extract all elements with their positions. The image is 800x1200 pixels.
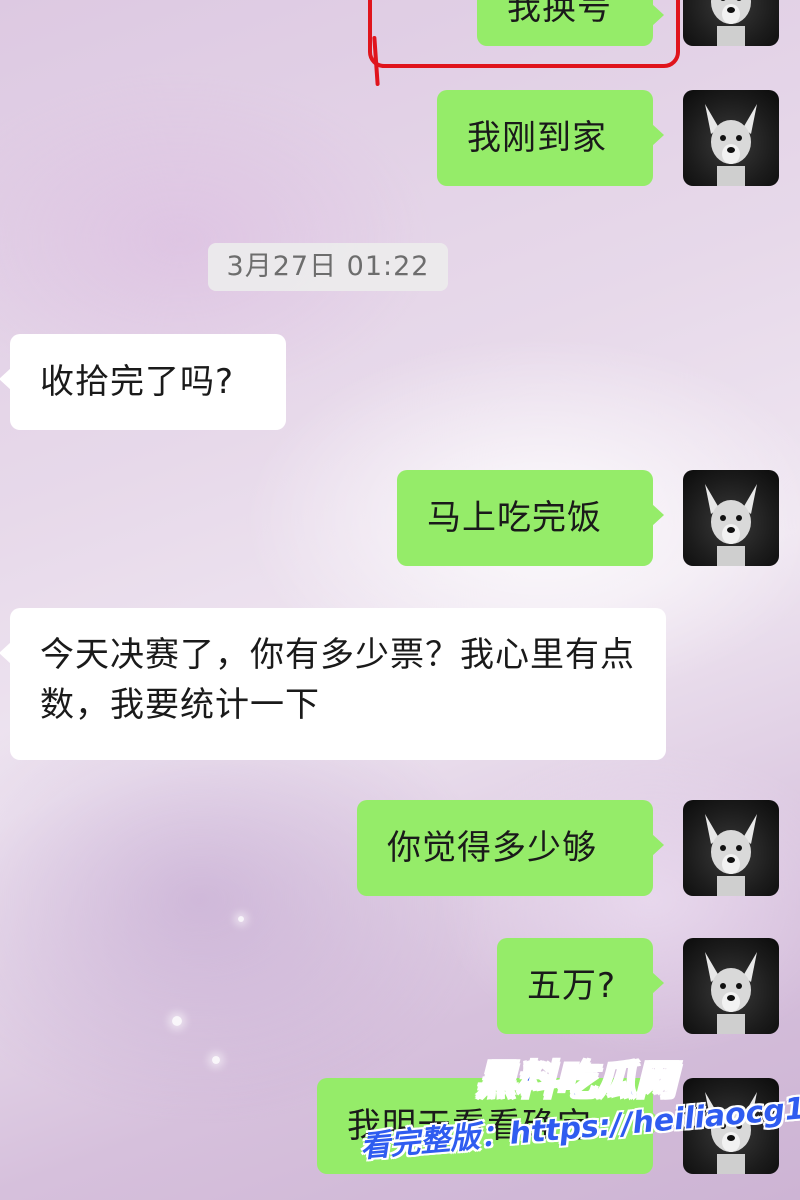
dog-icon: [705, 1092, 757, 1174]
message-bubble-sent[interactable]: 马上吃完饭: [397, 470, 664, 566]
message-timestamp: 3月27日 01:22: [208, 243, 448, 291]
background-sparkle: [172, 1016, 182, 1026]
message-bubble-sent[interactable]: 我刚到家: [437, 90, 664, 186]
avatar[interactable]: [683, 90, 779, 186]
message-text: 我明天看看确定: [347, 1106, 592, 1146]
background-sparkle: [212, 1056, 220, 1064]
avatar[interactable]: [683, 470, 779, 566]
dog-icon: [705, 952, 757, 1034]
message-text: 马上吃完饭: [427, 498, 602, 538]
red-annotation-circle: [368, 0, 680, 68]
message-text: 五万?: [527, 966, 617, 1006]
message-bubble-received[interactable]: 收拾完了吗?: [0, 334, 286, 430]
background-sparkle: [238, 916, 244, 922]
dog-icon: [705, 814, 757, 896]
message-bubble-sent[interactable]: 我明天看看确定: [317, 1078, 664, 1174]
message-bubble-sent[interactable]: 五万?: [497, 938, 664, 1034]
dog-icon: [705, 104, 757, 186]
message-text: 我刚到家: [467, 118, 607, 158]
message-text: 你觉得多少够: [387, 828, 597, 868]
message-bubble-sent[interactable]: 你觉得多少够: [357, 800, 664, 896]
avatar[interactable]: [683, 938, 779, 1034]
dog-icon: [705, 484, 757, 566]
message-text: 今天决赛了，你有多少票？我心里有点数，我要统计一下: [40, 635, 635, 725]
avatar[interactable]: [683, 800, 779, 896]
dog-icon: [711, 0, 751, 46]
message-bubble-received[interactable]: 今天决赛了，你有多少票？我心里有点数，我要统计一下: [0, 608, 666, 760]
avatar[interactable]: [683, 1078, 779, 1174]
message-text: 收拾完了吗?: [40, 362, 235, 402]
avatar[interactable]: [683, 0, 779, 46]
